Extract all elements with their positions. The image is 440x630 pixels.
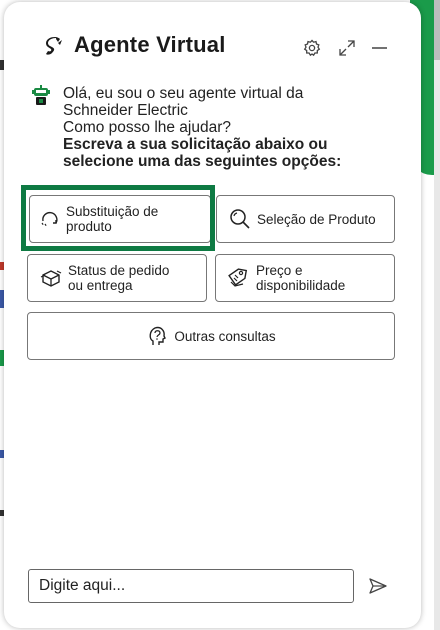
refresh-icon <box>41 211 58 228</box>
option-order-status-button[interactable]: Status de pedido ou entrega <box>27 254 207 302</box>
chat-header: Agente Virtual <box>4 2 421 62</box>
message-line: Como posso lhe ajudar? <box>63 119 232 136</box>
option-label: Status de pedido ou entrega <box>68 263 169 293</box>
option-label-line: Preço e <box>256 263 303 278</box>
question-head-icon <box>149 326 167 345</box>
price-tag-icon <box>228 268 248 287</box>
message-line: Olá, eu sou o seu agente virtual da <box>63 85 304 102</box>
chat-title: Agente Virtual <box>74 32 226 57</box>
option-label-line: Substituição de <box>66 204 159 219</box>
bot-greeting-message: Olá, eu sou o seu agente virtual da Schn… <box>63 85 383 170</box>
expand-icon[interactable] <box>337 38 357 58</box>
option-label: Outras consultas <box>174 328 276 344</box>
option-label-line: disponibilidade <box>256 278 346 293</box>
send-icon[interactable] <box>368 577 388 595</box>
message-instruction: Escreva a sua solicitação abaixo ou <box>63 136 328 153</box>
schneider-logo-icon <box>46 37 62 55</box>
minimize-icon[interactable] <box>369 38 389 58</box>
option-label: Preço e disponibilidade <box>256 263 345 293</box>
package-icon <box>40 270 62 287</box>
option-product-selection-button[interactable]: Seleção de Produto <box>216 195 395 243</box>
option-other-inquiries-button[interactable]: Outras consultas <box>27 312 395 360</box>
virtual-agent-chat-window: Agente Virtual Olá, eu sou o seu agente … <box>4 2 421 628</box>
message-input[interactable] <box>29 570 353 602</box>
search-icon <box>230 209 250 229</box>
message-input-container <box>28 569 354 603</box>
option-product-replacement-button[interactable]: Substituição de produto <box>29 195 211 243</box>
option-label-line: Status de pedido <box>68 263 170 278</box>
message-instruction: selecione uma das seguintes opções: <box>63 153 342 170</box>
gear-icon[interactable] <box>302 38 322 58</box>
option-label-line: ou entrega <box>68 278 133 293</box>
option-label-line: produto <box>66 219 112 234</box>
bot-avatar-icon <box>32 85 50 105</box>
option-price-availability-button[interactable]: Preço e disponibilidade <box>215 254 395 302</box>
option-label: Substituição de produto <box>66 204 158 234</box>
page-scrollbar[interactable] <box>434 0 440 630</box>
option-label: Seleção de Produto <box>257 211 376 227</box>
page-scrollbar-thumb[interactable] <box>434 0 440 60</box>
message-line: Schneider Electric <box>63 102 188 119</box>
